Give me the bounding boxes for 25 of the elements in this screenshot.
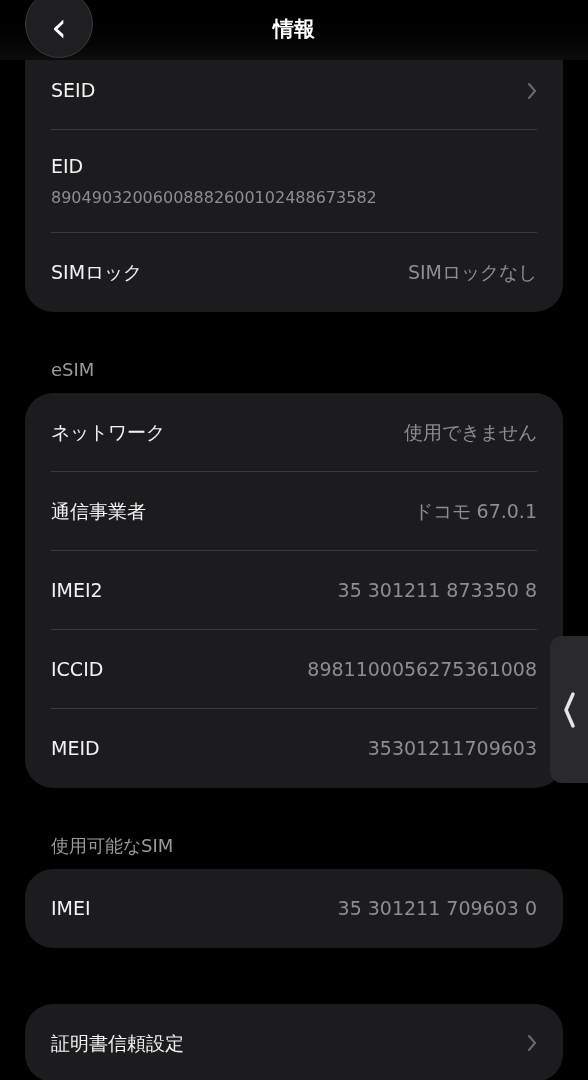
row-value: 使用できません — [404, 419, 537, 445]
row-label: 通信事業者 — [51, 498, 146, 524]
row-label[interactable]: SEID — [51, 76, 96, 105]
row-label[interactable]: 証明書信頼設定 — [51, 1028, 184, 1058]
chevron-right-icon — [527, 1034, 537, 1052]
row-value: ドコモ 67.0.1 — [413, 498, 537, 524]
page-title: 情報 — [273, 16, 315, 44]
chevron-right-icon — [527, 81, 537, 100]
row-label: IMEI2 — [51, 577, 103, 603]
row-value: 35 301211 873350 8 — [337, 577, 537, 603]
chevron-left-icon — [562, 689, 576, 730]
row-value: 35 301211 709603 0 — [337, 896, 537, 922]
row-label: EID — [51, 153, 85, 179]
row-label: ネットワーク — [51, 419, 165, 445]
row-value: 8981100056275361008 — [307, 656, 537, 682]
side-panel-handle[interactable] — [550, 636, 588, 783]
row-label: IMEI — [51, 896, 91, 922]
row-label: MEID — [51, 736, 100, 762]
section-title: eSIM — [51, 358, 96, 382]
row-value: 89049032006008882600102488673582 — [51, 187, 378, 210]
section-title: 使用可能なSIM — [51, 834, 175, 858]
row-label: ICCID — [51, 656, 104, 682]
row-value: 35301211709603 — [367, 736, 537, 762]
row-value: SIMロックなし — [407, 260, 537, 286]
row-label: SIMロック — [51, 260, 143, 286]
